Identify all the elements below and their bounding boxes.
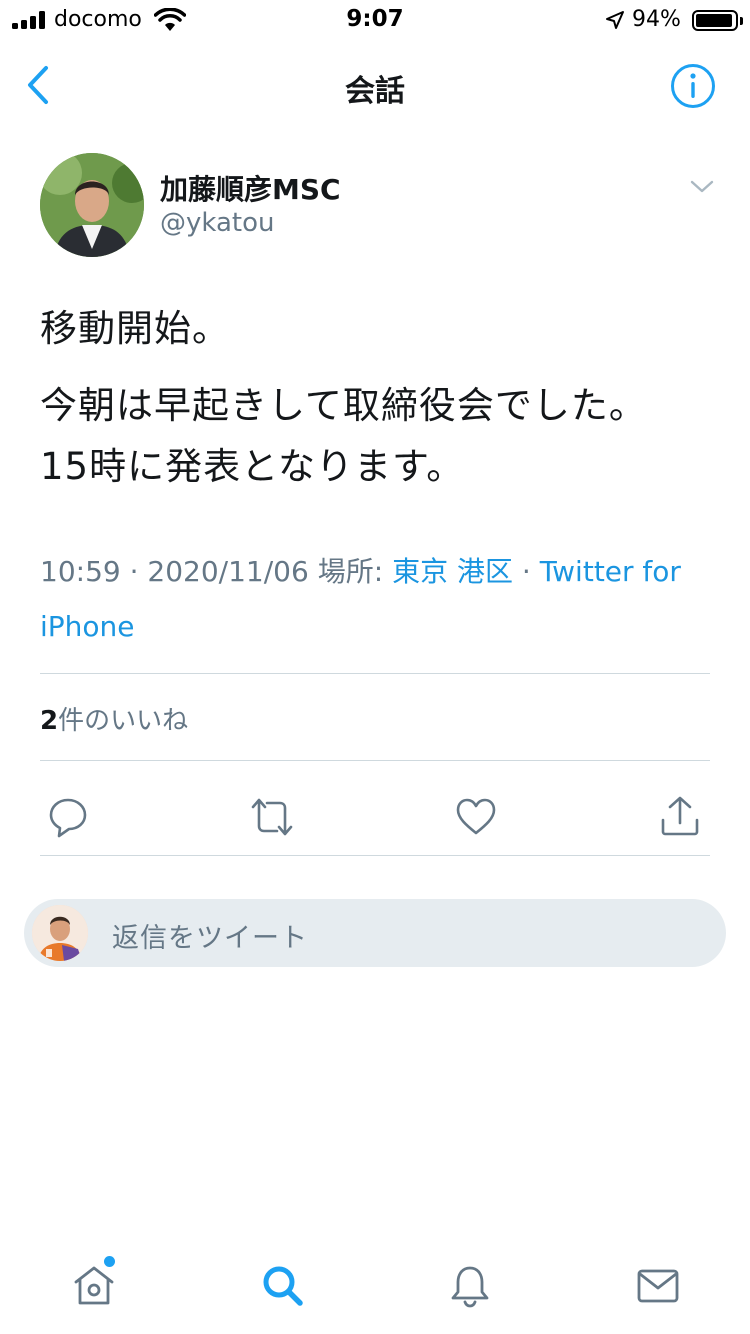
likes-label: 件のいいね (58, 706, 189, 736)
share-icon (661, 796, 699, 836)
info-button[interactable] (669, 62, 717, 110)
tweet-date: 2020/11/06 (147, 555, 309, 588)
reply-button[interactable] (45, 794, 91, 840)
likes-count: 2 (40, 706, 59, 736)
share-button[interactable] (657, 794, 703, 840)
reply-placeholder: 返信をツイート (112, 923, 308, 954)
divider (40, 673, 710, 674)
search-icon (263, 1266, 303, 1306)
like-button[interactable] (453, 794, 499, 840)
mail-icon (637, 1269, 679, 1303)
tweet-meta: 10:59 · 2020/11/06 場所: 東京 港区 · Twitter f… (40, 544, 720, 654)
tab-home[interactable] (70, 1262, 118, 1310)
tweet-text-line: 移動開始。 (40, 307, 230, 350)
bell-icon (451, 1266, 489, 1308)
author-name[interactable]: 加藤順彦MSC (160, 168, 341, 208)
battery-percent: 94% (632, 7, 681, 32)
tweet-text-line: 今朝は早起きして取締役会でした。 (40, 384, 647, 427)
tweet-text-line: 15時に発表となります。 (40, 445, 465, 488)
info-circle-icon (671, 64, 715, 108)
divider (40, 760, 710, 761)
tweet-text-paragraph: 今朝は早起きして取締役会でした。 15時に発表となります。 (40, 375, 730, 497)
battery-icon (692, 10, 738, 31)
current-user-avatar (32, 905, 88, 961)
status-bar: docomo 9:07 94% (0, 0, 750, 40)
retweet-icon (251, 798, 293, 836)
tab-messages[interactable] (634, 1262, 682, 1310)
location-link[interactable]: 東京 港区 (392, 555, 513, 588)
home-icon (74, 1266, 114, 1305)
author-avatar[interactable] (40, 153, 144, 257)
retweet-button[interactable] (249, 794, 295, 840)
reply-input[interactable]: 返信をツイート (24, 899, 726, 967)
likes-summary[interactable]: 2件のいいね (40, 700, 188, 737)
avatar-photo-icon (40, 153, 144, 257)
author-handle[interactable]: @ykatou (160, 208, 275, 238)
page-title: 会話 (345, 74, 405, 109)
navigation-bar: 会話 (0, 40, 750, 130)
tab-notifications[interactable] (446, 1262, 494, 1310)
chevron-down-icon (690, 180, 714, 193)
location-arrow-icon (606, 11, 624, 29)
reply-icon (49, 798, 87, 838)
battery-tip (740, 17, 743, 25)
user-avatar-photo-icon (32, 905, 88, 961)
location-label: 場所: (317, 555, 384, 588)
meta-separator: · (129, 555, 139, 588)
tweet-time: 10:59 (40, 555, 121, 588)
heart-icon (456, 798, 496, 835)
tab-search[interactable] (259, 1262, 307, 1310)
tweet-options-button[interactable] (686, 172, 718, 200)
meta-separator: · (521, 555, 531, 588)
home-notification-dot (104, 1256, 115, 1267)
divider (40, 855, 710, 856)
